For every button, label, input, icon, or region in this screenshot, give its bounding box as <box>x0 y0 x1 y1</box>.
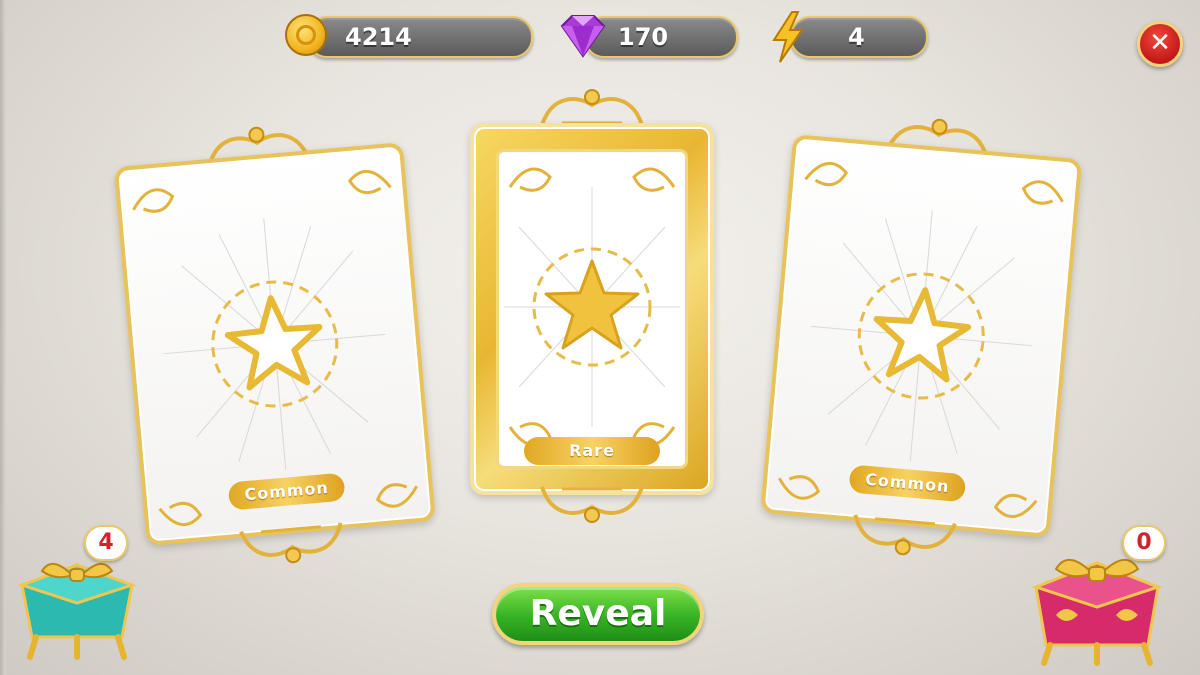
left-chest-count: 4 <box>84 525 128 561</box>
card-bottom-crest <box>540 486 644 523</box>
star-icon <box>224 295 323 391</box>
close-button[interactable]: ✕ <box>1137 21 1183 67</box>
coins-bar <box>307 16 533 58</box>
card-middle[interactable]: Rare <box>470 85 714 535</box>
right-chest-count: 0 <box>1122 525 1166 561</box>
coins-counter: 4214 <box>285 14 533 58</box>
coin-icon <box>285 14 327 56</box>
card-left[interactable]: Common <box>111 110 439 584</box>
energy-counter: 4 <box>768 11 928 63</box>
energy-value: 4 <box>848 23 865 51</box>
coins-value: 4214 <box>345 23 412 51</box>
right-chest[interactable]: 0 <box>1022 525 1172 670</box>
close-icon: ✕ <box>1149 28 1171 58</box>
left-chest[interactable]: 4 <box>12 525 142 665</box>
gems-counter: 170 <box>552 14 740 58</box>
reveal-button[interactable]: Reveal <box>492 583 704 645</box>
card-bottom-crest <box>853 514 957 556</box>
gems-value: 170 <box>618 23 669 51</box>
card-bottom-crest <box>239 522 343 564</box>
star-icon <box>873 287 972 383</box>
left-edge <box>0 0 6 675</box>
card-right-face: Common <box>760 134 1083 538</box>
gem-icon <box>560 15 606 58</box>
card-middle-face: Rare <box>470 123 714 495</box>
card-left-face: Common <box>113 142 436 546</box>
lightning-icon <box>772 11 804 63</box>
card-middle-rarity: Rare <box>524 437 660 465</box>
card-right[interactable]: Common <box>757 102 1085 576</box>
